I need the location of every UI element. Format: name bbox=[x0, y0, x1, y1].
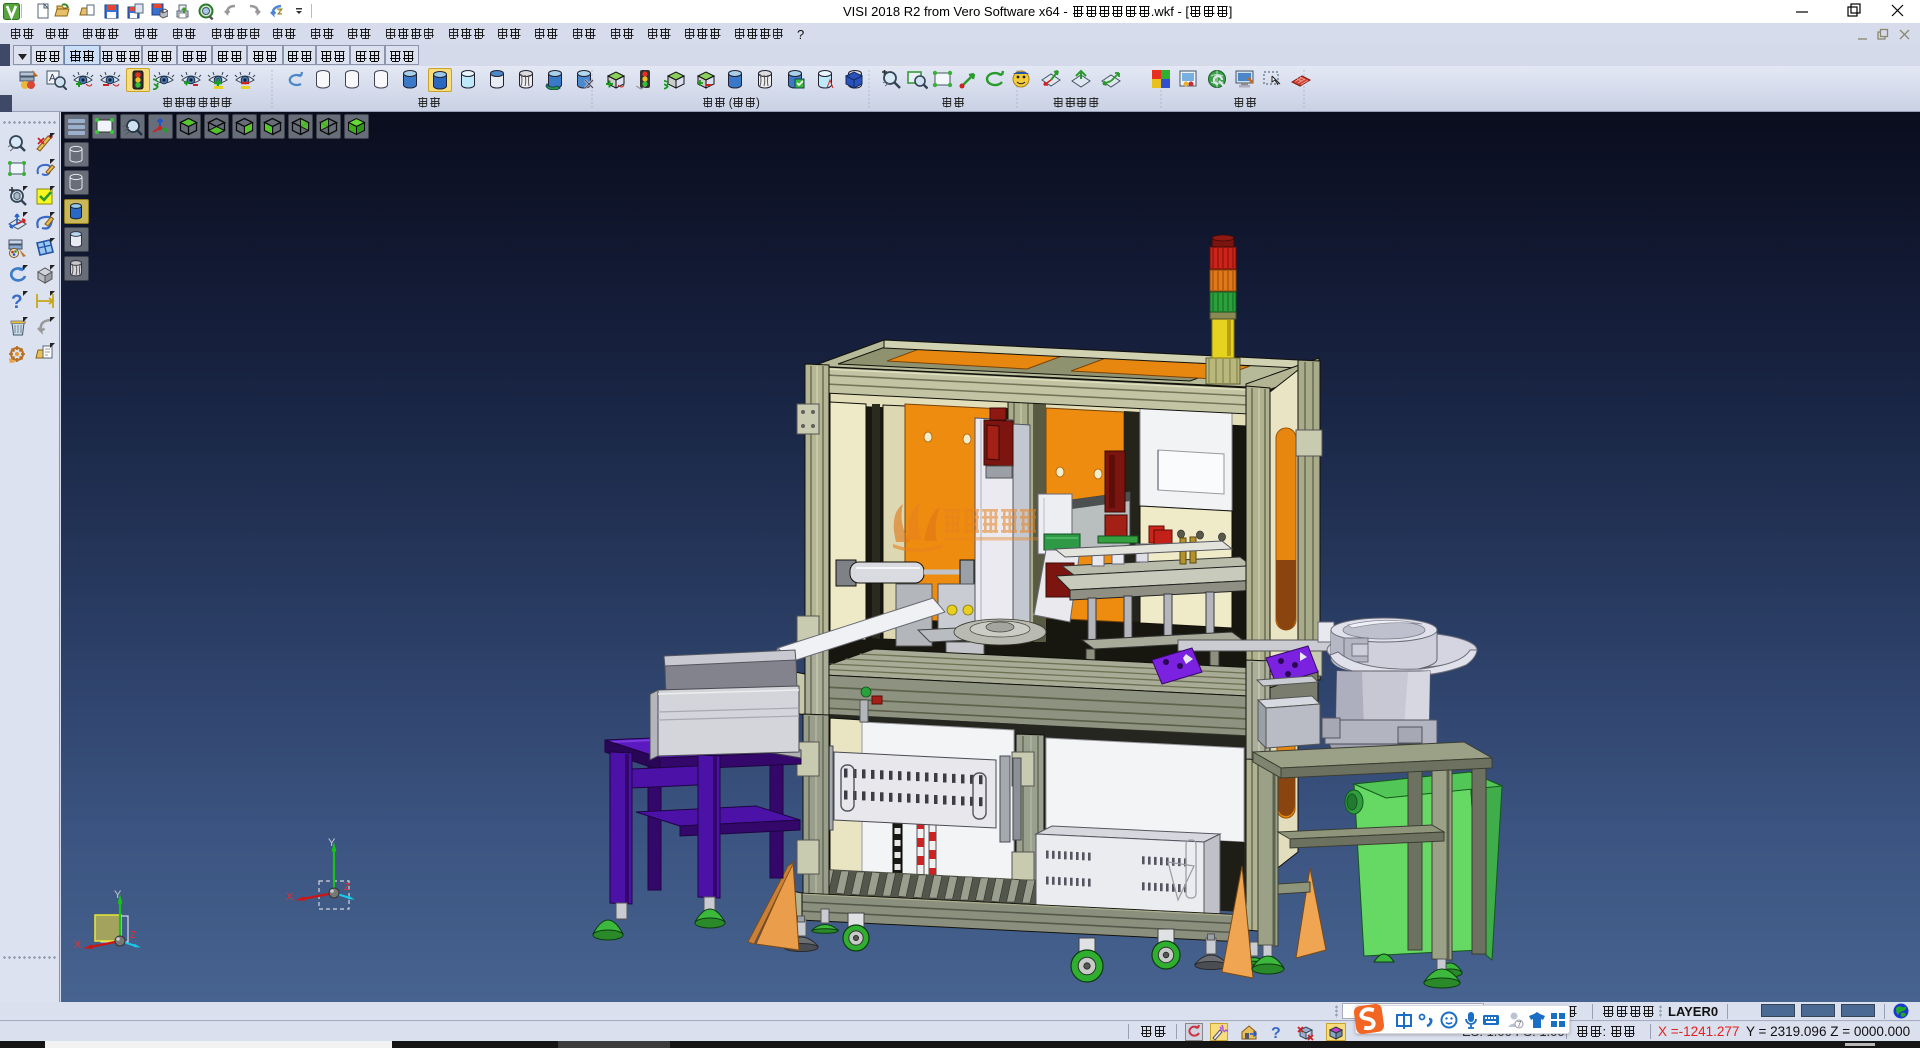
svg-text:?: ? bbox=[1271, 1025, 1281, 1041]
svg-text:7: 7 bbox=[1517, 1020, 1522, 1029]
svg-text:Z: Z bbox=[344, 882, 350, 893]
svg-text:X: X bbox=[286, 891, 294, 903]
svg-text:Y: Y bbox=[328, 837, 336, 849]
svg-text:Z: Z bbox=[130, 930, 136, 941]
svg-text:Y: Y bbox=[114, 889, 122, 901]
svg-text:X: X bbox=[74, 939, 82, 951]
